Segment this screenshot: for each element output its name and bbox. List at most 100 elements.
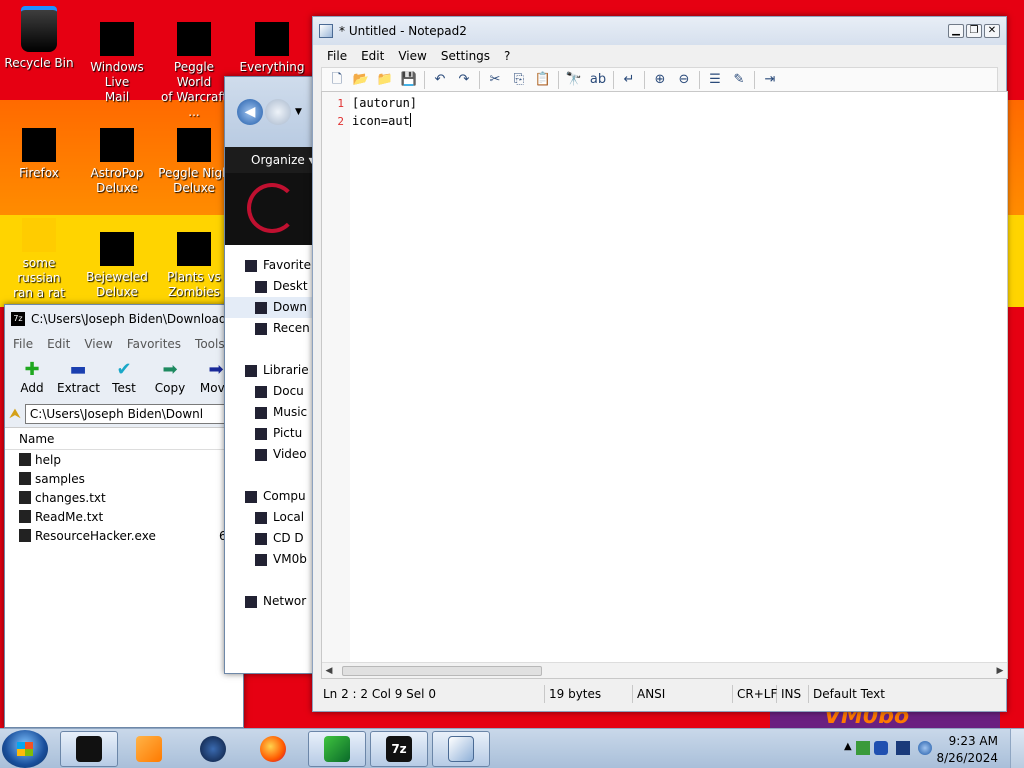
nav-item[interactable]: Networ xyxy=(225,591,319,612)
new-file-icon[interactable]: 🗋 xyxy=(328,71,346,89)
nav-item[interactable]: Recen xyxy=(225,318,319,339)
redacted-icon xyxy=(177,22,211,56)
redo-icon[interactable]: ↷ xyxy=(455,71,473,89)
taskbar-item-7zip[interactable]: 7z xyxy=(370,731,428,767)
notepad2-titlebar[interactable]: * Untitled - Notepad2 ▁ ❐ ✕ xyxy=(313,17,1006,45)
nav-item[interactable]: Docu xyxy=(225,381,319,402)
desktop-icon-plants-vs-zombies[interactable]: Plants vs Zombies xyxy=(155,232,233,300)
nav-item[interactable]: Music xyxy=(225,402,319,423)
scrollbar-thumb[interactable] xyxy=(342,666,542,676)
taskbar-item-download[interactable] xyxy=(308,731,366,767)
word-wrap-icon[interactable]: ↵ xyxy=(620,71,638,89)
test-button[interactable]: ✔ Test xyxy=(103,359,145,397)
desktop-icon-peggle-world[interactable]: Peggle World of Warcraft ... xyxy=(155,22,233,120)
list-item[interactable]: samples xyxy=(5,469,243,488)
column-name-header[interactable]: Name xyxy=(5,428,243,450)
forward-arrow-icon[interactable] xyxy=(265,99,291,125)
shield-icon[interactable] xyxy=(874,741,888,755)
browse-icon[interactable]: 📁 xyxy=(376,71,394,89)
find-icon[interactable]: 🔭 xyxy=(565,71,583,89)
desktop-icon-astropop[interactable]: AstroPop Deluxe xyxy=(78,128,156,196)
open-folder-icon[interactable]: 📂 xyxy=(352,71,370,89)
undo-icon[interactable]: ↶ xyxy=(431,71,449,89)
list-item[interactable]: ResourceHacker.exe 6 xyxy=(5,526,243,545)
nav-item[interactable]: Compu xyxy=(225,486,319,507)
nav-item-label: Librarie xyxy=(263,363,309,377)
taskbar-item-globe[interactable] xyxy=(184,731,242,767)
menu-file[interactable]: File xyxy=(13,337,33,351)
network-icon[interactable] xyxy=(896,741,910,755)
desktop-icon-windows-live-mail[interactable]: Windows Live Mail xyxy=(78,22,156,105)
nav-item[interactable]: Pictu xyxy=(225,423,319,444)
menu-edit[interactable]: Edit xyxy=(361,49,384,63)
taskbar-item-media[interactable] xyxy=(120,731,178,767)
volume-icon[interactable] xyxy=(918,741,932,755)
line-number: 1 xyxy=(337,97,344,110)
back-arrow-icon[interactable]: ◀ xyxy=(237,99,263,125)
menu-favorites[interactable]: Favorites xyxy=(127,337,181,351)
scroll-right-icon[interactable]: ▶ xyxy=(993,663,1007,679)
exit-icon[interactable]: ⇥ xyxy=(761,71,779,89)
close-button[interactable]: ✕ xyxy=(984,24,1000,38)
start-button[interactable] xyxy=(2,730,48,768)
nav-item[interactable]: Deskt xyxy=(225,276,319,297)
list-item[interactable]: ReadMe.txt xyxy=(5,507,243,526)
nav-item[interactable]: Video xyxy=(225,444,319,465)
minus-icon: ▬ xyxy=(69,359,87,380)
list-item[interactable]: help xyxy=(5,450,243,469)
menu-tools[interactable]: Tools xyxy=(195,337,225,351)
sevenzip-titlebar[interactable]: 7z C:\Users\Joseph Biden\Downloads\ xyxy=(5,305,243,333)
restore-button[interactable]: ❐ xyxy=(966,24,982,38)
nav-item[interactable]: Down xyxy=(225,297,319,318)
nav-item[interactable]: VM0b xyxy=(225,549,319,570)
horizontal-scrollbar[interactable]: ◀ ▶ xyxy=(322,662,1007,678)
desktop-icon-everything[interactable]: Everything xyxy=(233,22,311,75)
menu-view[interactable]: View xyxy=(398,49,426,63)
cut-icon[interactable]: ✂ xyxy=(486,71,504,89)
desktop-icon-recycle-bin[interactable]: Recycle Bin xyxy=(0,6,78,71)
copy-icon[interactable]: ⎘ xyxy=(510,71,528,89)
show-desktop-button[interactable] xyxy=(1010,729,1024,768)
nav-item[interactable]: Local xyxy=(225,507,319,528)
signal-icon[interactable] xyxy=(856,741,870,755)
save-icon[interactable]: 💾 xyxy=(400,71,418,89)
zoom-in-icon[interactable]: ⊕ xyxy=(651,71,669,89)
desktop-icon-bejeweled[interactable]: Bejeweled Deluxe xyxy=(78,232,156,300)
chevron-down-icon[interactable]: ▼ xyxy=(295,107,302,117)
status-scheme[interactable]: Default Text xyxy=(809,685,999,703)
status-encoding[interactable]: ANSI xyxy=(633,685,733,703)
paste-icon[interactable]: 📋 xyxy=(534,71,552,89)
replace-icon[interactable]: ab xyxy=(589,71,607,89)
nav-item[interactable]: Librarie xyxy=(225,360,319,381)
clock[interactable]: 9:23 AM 8/26/2024 xyxy=(936,733,998,767)
desktop-icon-firefox[interactable]: Firefox xyxy=(0,128,78,181)
status-eol[interactable]: CR+LF xyxy=(733,685,777,703)
taskbar-item-notepad2[interactable] xyxy=(432,731,490,767)
nav-item[interactable]: CD D xyxy=(225,528,319,549)
list-item[interactable]: changes.txt xyxy=(5,488,243,507)
nav-item[interactable]: Favorite xyxy=(225,255,319,276)
taskbar-item-recycle[interactable] xyxy=(60,731,118,767)
sevenzip-path-input[interactable]: C:\Users\Joseph Biden\Downl xyxy=(24,404,239,424)
text-editor[interactable]: 1 [autorun] 2 icon=aut ◀ ▶ xyxy=(321,91,1008,679)
copy-button[interactable]: ➡ Copy xyxy=(149,359,191,397)
desktop-icon-some-russian[interactable]: some russian ran a rat xyxy=(0,218,78,301)
customize-icon[interactable]: ✎ xyxy=(730,71,748,89)
organize-button[interactable]: Organize ▾ xyxy=(225,147,319,173)
up-folder-icon[interactable]: ⮝ xyxy=(9,406,21,422)
menu-view[interactable]: View xyxy=(84,337,112,351)
add-button[interactable]: ✚ Add xyxy=(11,359,53,397)
desktop-icon-label: Firefox xyxy=(19,166,59,180)
menu-file[interactable]: File xyxy=(327,49,347,63)
scroll-left-icon[interactable]: ◀ xyxy=(322,663,336,679)
nav-item-icon xyxy=(255,280,267,293)
menu-edit[interactable]: Edit xyxy=(47,337,70,351)
taskbar-item-firefox[interactable] xyxy=(244,731,302,767)
desktop-icon-peggle-nights[interactable]: Peggle Nigh Deluxe xyxy=(155,128,233,196)
extract-button[interactable]: ▬ Extract xyxy=(57,359,100,397)
zoom-out-icon[interactable]: ⊖ xyxy=(675,71,693,89)
scheme-icon[interactable]: ☰ xyxy=(706,71,724,89)
menu-help[interactable]: ? xyxy=(504,49,510,63)
menu-settings[interactable]: Settings xyxy=(441,49,490,63)
minimize-button[interactable]: ▁ xyxy=(948,24,964,38)
